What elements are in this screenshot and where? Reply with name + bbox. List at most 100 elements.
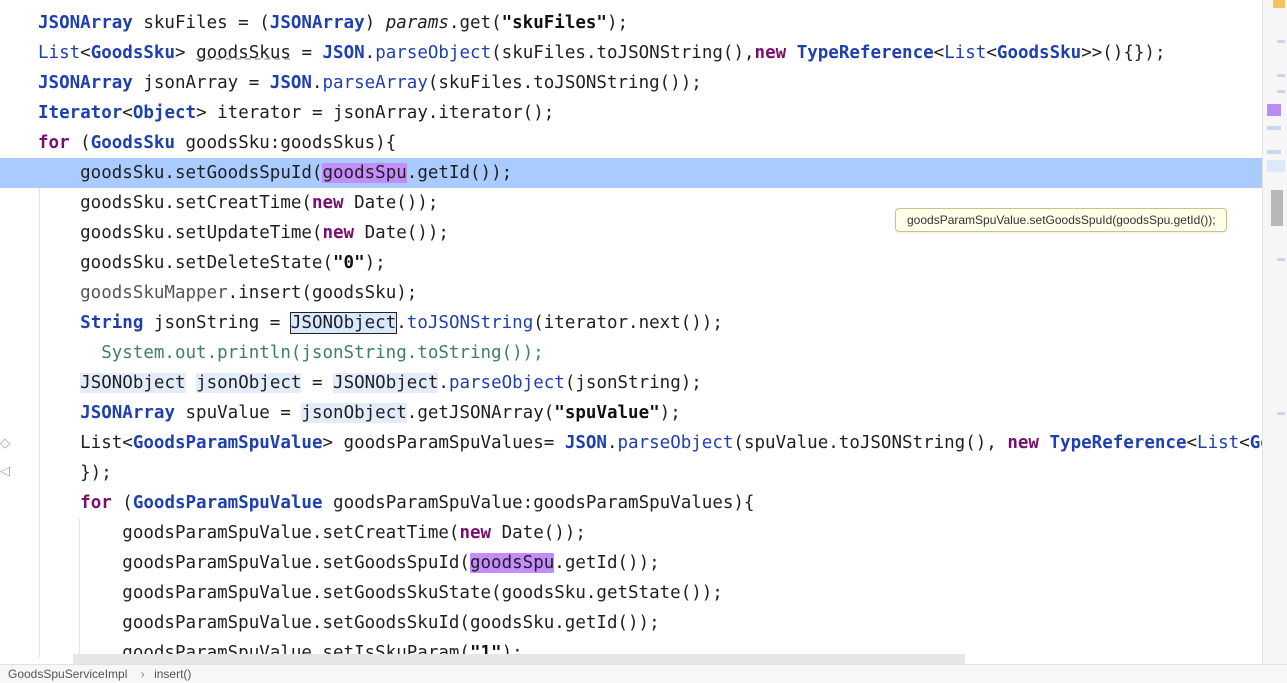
- code-token: > goodsParamSpuValues=: [322, 433, 565, 453]
- breadcrumb-class[interactable]: GoodsSpuServiceImpl: [0, 665, 127, 683]
- code-token: goodsSku:goodsSkus){: [174, 133, 397, 153]
- code-line[interactable]: Iterator<Object> iterator = jsonArray.it…: [0, 98, 1262, 128]
- code-token: skuFiles = (: [132, 13, 270, 33]
- fold-marker-icon[interactable]: ◁: [0, 464, 10, 479]
- code-line[interactable]: List<GoodsParamSpuValue> goodsParamSpuVa…: [0, 428, 1262, 458]
- code-line[interactable]: for (GoodsSku goodsSku:goodsSkus){: [0, 128, 1262, 158]
- code-token: =: [301, 373, 334, 393]
- code-token: parseObject: [617, 433, 734, 453]
- breadcrumb: GoodsSpuServiceImpl › insert(): [0, 664, 1287, 683]
- code-token: JSONArray: [38, 73, 133, 93]
- stripe-marker[interactable]: [1277, 258, 1285, 261]
- stripe-marker[interactable]: [1277, 40, 1285, 43]
- code-line[interactable]: goodsParamSpuValue.setGoodsSkuState(good…: [0, 578, 1262, 608]
- code-token: JSONObject: [289, 312, 398, 334]
- scroll-thumb[interactable]: [1271, 190, 1283, 226]
- code-token: (spuValue.toJSONString(),: [733, 433, 1008, 453]
- stripe-marker[interactable]: [1277, 412, 1285, 415]
- code-line[interactable]: JSONArray skuFiles = (JSONArray) params.…: [0, 8, 1262, 38]
- code-token: jsonObject: [196, 373, 302, 393]
- code-line[interactable]: System.out.println(jsonString.toString()…: [0, 338, 1262, 368]
- code-line[interactable]: for (GoodsParamSpuValue goodsParamSpuVal…: [0, 488, 1262, 518]
- caret-marker[interactable]: [1267, 160, 1285, 172]
- code-token: List: [38, 43, 81, 63]
- code-token: List: [944, 43, 987, 63]
- stripe-marker[interactable]: [1267, 150, 1281, 154]
- code-token: for: [80, 493, 112, 513]
- code-token: .get(: [448, 13, 502, 33]
- usage-marker[interactable]: [1267, 104, 1281, 116]
- code-token: jsonObject: [301, 403, 407, 423]
- code-token: Iterator: [38, 103, 123, 123]
- stripe-marker[interactable]: [1277, 74, 1285, 77]
- code-token: goodsSkuMapper: [38, 283, 228, 303]
- code-token: .: [364, 43, 376, 63]
- code-token: Date());: [491, 523, 586, 543]
- code-token: <: [80, 43, 91, 63]
- code-token: "spuValue": [554, 403, 660, 423]
- code-token: GoodsSku: [90, 43, 175, 63]
- code-token: ): [364, 13, 386, 33]
- code-token: "skuFiles": [501, 13, 607, 33]
- code-line[interactable]: String jsonString = JSONObject.toJSONStr…: [0, 308, 1262, 338]
- code-line[interactable]: goodsSkuMapper.insert(goodsSku);: [0, 278, 1262, 308]
- code-line[interactable]: goodsParamSpuValue.setGoodsSkuId(goodsSk…: [0, 608, 1262, 638]
- code-line[interactable]: JSONArray jsonArray = JSON.parseArray(sk…: [0, 68, 1262, 98]
- code-token: JSONArray: [80, 403, 175, 423]
- code-token: TypeReference: [1049, 433, 1187, 453]
- code-token: JSON: [269, 73, 312, 93]
- warning-marker[interactable]: [1273, 0, 1285, 8]
- code-token: GoodsSku: [996, 43, 1082, 63]
- code-line[interactable]: goodsSku.setDeleteState("0");: [0, 248, 1262, 278]
- stripe-marker[interactable]: [1267, 126, 1281, 130]
- code-line[interactable]: goodsParamSpuValue.setGoodsSpuId(goodsSp…: [0, 548, 1262, 578]
- code-line[interactable]: goodsSku.setGoodsSpuId(goodsSpu.getId())…: [0, 158, 1262, 188]
- code-token: >>(){});: [1081, 43, 1166, 63]
- code-token: JSONObject: [333, 373, 439, 393]
- code-line[interactable]: JSONObject jsonObject = JSONObject.parse…: [0, 368, 1262, 398]
- code-token: <: [1186, 433, 1198, 453]
- breadcrumb-method[interactable]: insert(): [154, 665, 191, 683]
- code-line[interactable]: List<GoodsSku> goodsSkus = JSON.parseObj…: [0, 38, 1262, 68]
- code-token: .getId());: [406, 163, 513, 183]
- code-token: .: [396, 313, 407, 333]
- code-token: });: [38, 463, 112, 483]
- code-token: parseObject: [375, 43, 492, 63]
- code-token: spuValue =: [174, 403, 302, 423]
- code-token: JSONArray: [38, 13, 133, 33]
- code-token: >: [175, 43, 197, 63]
- code-token: new: [322, 223, 355, 243]
- code-token: for: [38, 133, 70, 153]
- code-token: <: [1239, 433, 1250, 453]
- code-token: JSONArray: [269, 13, 365, 33]
- error-stripe-scrollbar[interactable]: [1262, 0, 1287, 664]
- horizontal-scrollbar[interactable]: [73, 654, 965, 664]
- code-token: .: [606, 433, 618, 453]
- code-token: String: [80, 313, 144, 333]
- stripe-marker[interactable]: [1277, 90, 1285, 93]
- code-token: TypeReference: [796, 43, 934, 63]
- code-token: );: [364, 253, 386, 273]
- code-token: parseObject: [448, 373, 565, 393]
- code-token: new: [459, 523, 492, 543]
- code-line[interactable]: JSONArray spuValue = jsonObject.getJSONA…: [0, 398, 1262, 428]
- code-line[interactable]: goodsParamSpuValue.setCreatTime(new Date…: [0, 518, 1262, 548]
- code-token: new: [754, 43, 787, 63]
- code-token: new: [1007, 433, 1039, 453]
- breadcrumb-separator: ›: [140, 667, 145, 681]
- code-token: new: [311, 193, 344, 213]
- code-token: parseArray: [322, 73, 428, 93]
- code-token: List: [1197, 433, 1240, 453]
- code-token: GoodsSku: [90, 133, 175, 153]
- code-line[interactable]: });: [0, 458, 1262, 488]
- code-editor[interactable]: JSONArray skuFiles = (JSONArray) params.…: [0, 0, 1262, 664]
- fold-marker-icon[interactable]: ◇: [0, 436, 10, 451]
- code-token: );: [659, 403, 681, 423]
- code-token: goodsSku.setDeleteState(: [38, 253, 334, 273]
- code-token: Goods: [1249, 433, 1262, 453]
- code-token: JSON: [322, 43, 365, 63]
- code-token: "0": [333, 253, 365, 273]
- code-token: toJSONString: [406, 313, 534, 333]
